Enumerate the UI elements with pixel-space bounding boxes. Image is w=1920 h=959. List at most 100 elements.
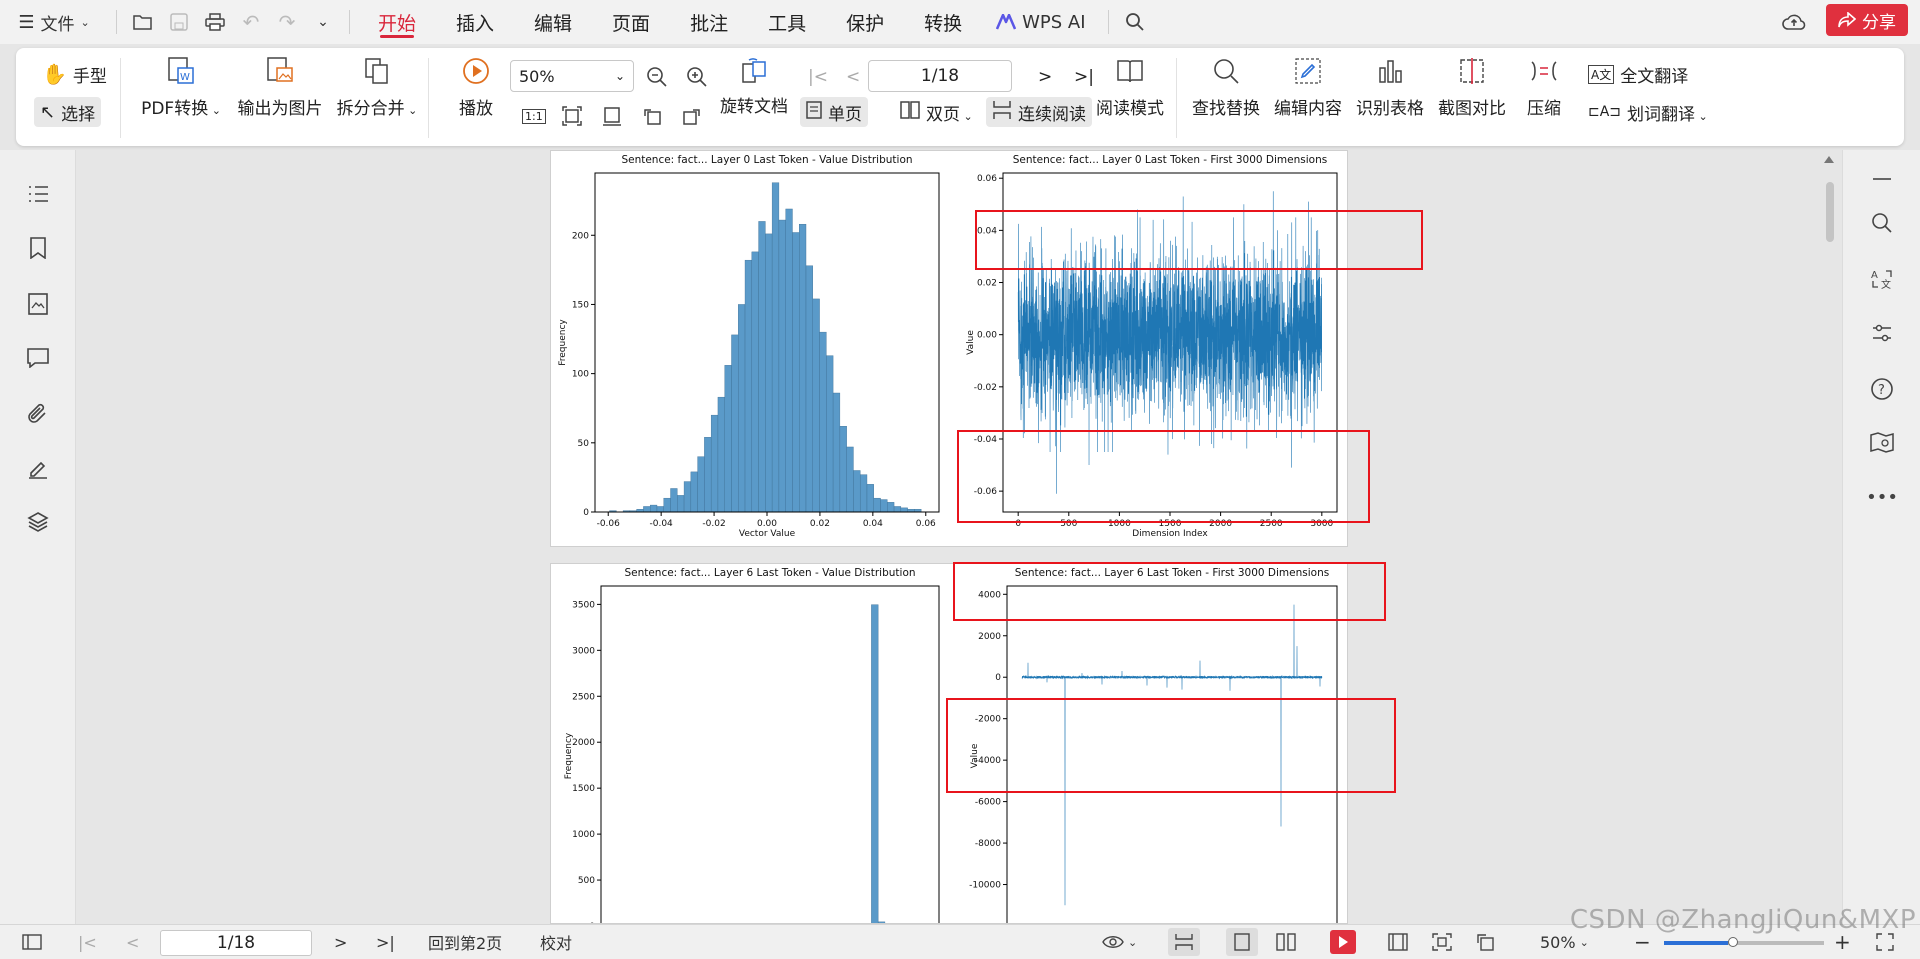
double-page-button[interactable]: 双页 ⌄ (894, 97, 979, 127)
zoom-slider[interactable] (1664, 937, 1824, 947)
single-page-button[interactable]: 单页 (800, 97, 868, 127)
tab-start[interactable]: 开始 (358, 0, 436, 44)
signature-icon[interactable] (24, 454, 52, 482)
redo-icon[interactable]: ↷ (269, 0, 305, 44)
fullscreen-icon[interactable] (1876, 933, 1894, 951)
zoom-select[interactable]: 50% ⌄ (510, 60, 634, 92)
attachment-icon[interactable] (24, 400, 52, 428)
fit-page-icon[interactable] (1432, 933, 1452, 951)
collapse-icon[interactable] (1867, 164, 1897, 194)
zoom-in-icon[interactable] (680, 62, 714, 92)
zoom-out-icon[interactable] (640, 62, 674, 92)
histogram-bar (663, 497, 671, 513)
edit-content-button[interactable]: 编辑内容 (1270, 54, 1346, 119)
prev-page-icon[interactable]: < (840, 62, 866, 92)
find-replace-button[interactable]: 查找替换 (1188, 54, 1264, 119)
tab-annotate[interactable]: 批注 (670, 0, 748, 44)
print-icon[interactable] (197, 0, 233, 44)
wps-ai-button[interactable]: WPS AI (982, 0, 1099, 44)
split-merge-button[interactable]: 拆分合并 ⌄ (332, 54, 422, 119)
tab-protect[interactable]: 保护 (826, 0, 904, 44)
histogram-bar (873, 497, 881, 513)
single-page-icon (806, 100, 822, 124)
double-view-icon[interactable] (1276, 933, 1296, 951)
select-tool-label: 选择 (61, 104, 96, 125)
next-page-icon[interactable]: > (334, 933, 347, 952)
play-button[interactable]: 播放 (446, 54, 506, 119)
toggle-sidebar-icon[interactable] (22, 934, 42, 950)
histogram-bar (853, 470, 861, 513)
last-page-icon[interactable]: >| (376, 933, 395, 952)
reading-mode-button[interactable]: 阅读模式 (1090, 54, 1170, 119)
tab-convert[interactable]: 转换 (904, 0, 982, 44)
tab-tools[interactable]: 工具 (748, 0, 826, 44)
translate-icon[interactable]: A文 (1867, 264, 1897, 294)
select-tool-button[interactable]: ↖ 选择 (34, 97, 102, 127)
word-translate-icon: ⊏A⊐ (1588, 104, 1622, 120)
open-file-icon[interactable] (125, 0, 161, 44)
y-tick-label: -0.02 (974, 383, 997, 393)
search-icon[interactable] (1117, 0, 1153, 44)
pdf-convert-button[interactable]: W PDF转换 ⌄ (136, 54, 226, 119)
y-tick-label: 50 (578, 439, 590, 449)
word-translate-button[interactable]: ⊏A⊐ 划词翻译 ⌄ (1582, 97, 1714, 127)
undo-icon[interactable]: ↶ (233, 0, 269, 44)
save-icon[interactable] (161, 0, 197, 44)
page-number-input[interactable]: 1/18 (868, 60, 1012, 92)
compress-button[interactable]: 压缩 (1516, 54, 1572, 119)
cursor-arrow-icon: ↖ (40, 101, 56, 123)
fit-width-icon[interactable] (1388, 933, 1408, 951)
help-icon[interactable]: ? (1867, 374, 1897, 404)
fit-width-icon[interactable] (596, 101, 628, 131)
map-search-icon[interactable] (1867, 428, 1897, 458)
y-tick-label: 1500 (572, 784, 595, 794)
hand-tool-button[interactable]: ✋ 手型 (36, 59, 113, 89)
rotate-document-button[interactable]: 旋转文档 (716, 54, 792, 117)
tab-page[interactable]: 页面 (592, 0, 670, 44)
watermark: CSDN @ZhangJiQun&MXP (1569, 905, 1916, 935)
back-to-page-button[interactable]: 回到第2页 (428, 930, 502, 954)
bookmark-icon[interactable] (24, 234, 52, 262)
vertical-scrollbar[interactable] (1822, 152, 1836, 922)
proofread-button[interactable]: 校对 (540, 930, 572, 954)
screenshot-compare-button[interactable]: 截图对比 (1434, 54, 1510, 119)
more-icon[interactable]: ••• (1866, 482, 1898, 512)
continuous-reading-button[interactable]: 连续阅读 (986, 97, 1092, 127)
search-icon[interactable] (1867, 208, 1897, 238)
full-translate-button[interactable]: A文 全文翻译 (1582, 59, 1694, 89)
single-view-icon[interactable] (1226, 928, 1258, 956)
rotate-right-icon[interactable] (676, 101, 708, 131)
zoom-slider-handle[interactable] (1728, 937, 1738, 947)
share-button[interactable]: 分享 (1826, 4, 1908, 36)
rotate-left-icon[interactable] (636, 101, 668, 131)
export-image-button[interactable]: 输出为图片 (230, 54, 330, 119)
scroll-up-icon[interactable] (1824, 156, 1834, 163)
next-page-icon[interactable]: > (1032, 62, 1058, 92)
recognize-table-button[interactable]: 识别表格 (1352, 54, 1428, 119)
scroll-thumb[interactable] (1826, 182, 1834, 242)
comment-icon[interactable] (24, 344, 52, 372)
prev-page-icon[interactable]: < (126, 933, 139, 952)
play-icon[interactable] (1330, 930, 1356, 954)
y-axis-label: Frequency (558, 319, 568, 366)
outline-icon[interactable] (24, 180, 52, 208)
eye-icon[interactable]: ⌄ (1102, 935, 1137, 949)
status-zoom-select[interactable]: 50% ⌄ (1540, 933, 1589, 952)
more-dropdown-icon[interactable]: ⌄ (305, 0, 341, 44)
actual-size-icon[interactable]: 1:1 (516, 101, 552, 131)
file-menu[interactable]: ☰ 文件 ⌄ (0, 0, 108, 44)
settings-sliders-icon[interactable] (1867, 318, 1897, 348)
first-page-icon[interactable]: |< (802, 62, 834, 92)
fit-page-icon[interactable] (556, 101, 588, 131)
tab-edit[interactable]: 编辑 (514, 0, 592, 44)
layers-icon[interactable] (24, 508, 52, 536)
rotate-icon[interactable] (1476, 933, 1496, 951)
continuous-view-icon[interactable] (1168, 928, 1200, 956)
cloud-upload-icon[interactable] (1776, 0, 1812, 44)
tab-insert[interactable]: 插入 (436, 0, 514, 44)
thumbnail-icon[interactable] (24, 290, 52, 318)
divider (428, 58, 429, 138)
first-page-icon[interactable]: |< (78, 933, 97, 952)
pdf-convert-label: PDF转换 ⌄ (141, 99, 221, 119)
status-page-input[interactable]: 1/18 (160, 930, 312, 956)
